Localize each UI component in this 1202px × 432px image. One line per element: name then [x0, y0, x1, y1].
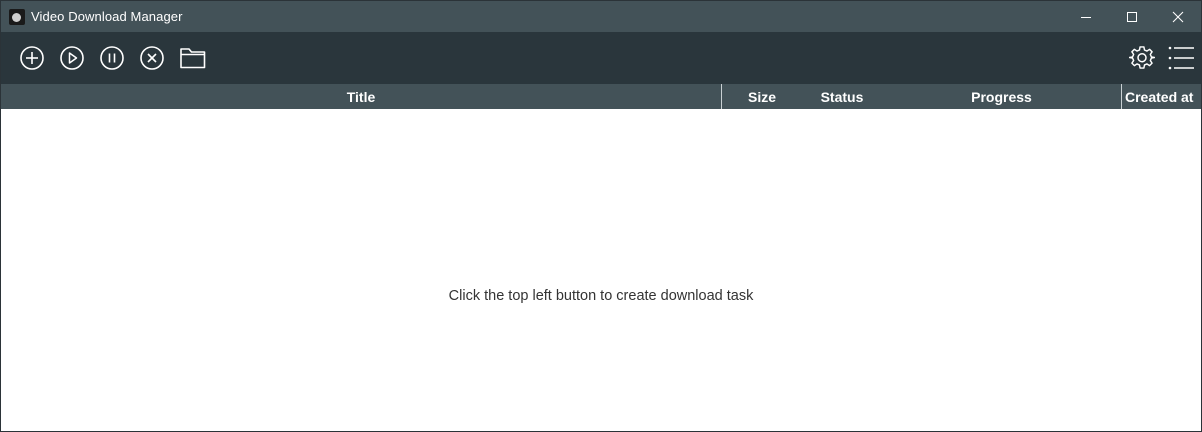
window-controls — [1063, 1, 1201, 32]
table-header: Title Size Status Progress Created at — [1, 84, 1201, 109]
list-menu-icon — [1168, 46, 1194, 70]
settings-button[interactable] — [1129, 45, 1155, 71]
minimize-icon — [1081, 16, 1091, 18]
add-circle-icon — [20, 46, 44, 70]
column-header-title[interactable]: Title — [1, 84, 721, 109]
close-icon — [1172, 11, 1184, 22]
column-header-status[interactable]: Status — [802, 84, 882, 109]
pause-button[interactable] — [99, 45, 125, 71]
column-header-progress[interactable]: Progress — [882, 84, 1121, 109]
download-list[interactable]: Click the top left button to create down… — [1, 109, 1201, 431]
gear-icon — [1129, 46, 1155, 69]
toolbar — [1, 32, 1201, 84]
minimize-button[interactable] — [1063, 1, 1109, 32]
app-window: Video Download Manager Title Size Status… — [0, 0, 1202, 432]
empty-state-message: Click the top left button to create down… — [448, 288, 754, 304]
folder-icon — [180, 48, 206, 69]
menu-button[interactable] — [1167, 45, 1195, 71]
column-header-size[interactable]: Size — [722, 84, 802, 109]
column-header-created-at[interactable]: Created at — [1122, 84, 1201, 109]
title-bar[interactable]: Video Download Manager — [1, 1, 1201, 32]
app-logo-icon — [9, 8, 25, 25]
cancel-button[interactable] — [139, 45, 165, 71]
window-title: Video Download Manager — [31, 9, 183, 24]
add-task-button[interactable] — [19, 45, 45, 71]
open-folder-button[interactable] — [179, 45, 207, 71]
start-button[interactable] — [59, 45, 85, 71]
maximize-button[interactable] — [1109, 1, 1155, 32]
maximize-icon — [1127, 11, 1137, 22]
play-circle-icon — [60, 46, 84, 70]
cancel-circle-icon — [140, 46, 164, 70]
close-button[interactable] — [1155, 1, 1201, 32]
pause-circle-icon — [100, 46, 124, 70]
